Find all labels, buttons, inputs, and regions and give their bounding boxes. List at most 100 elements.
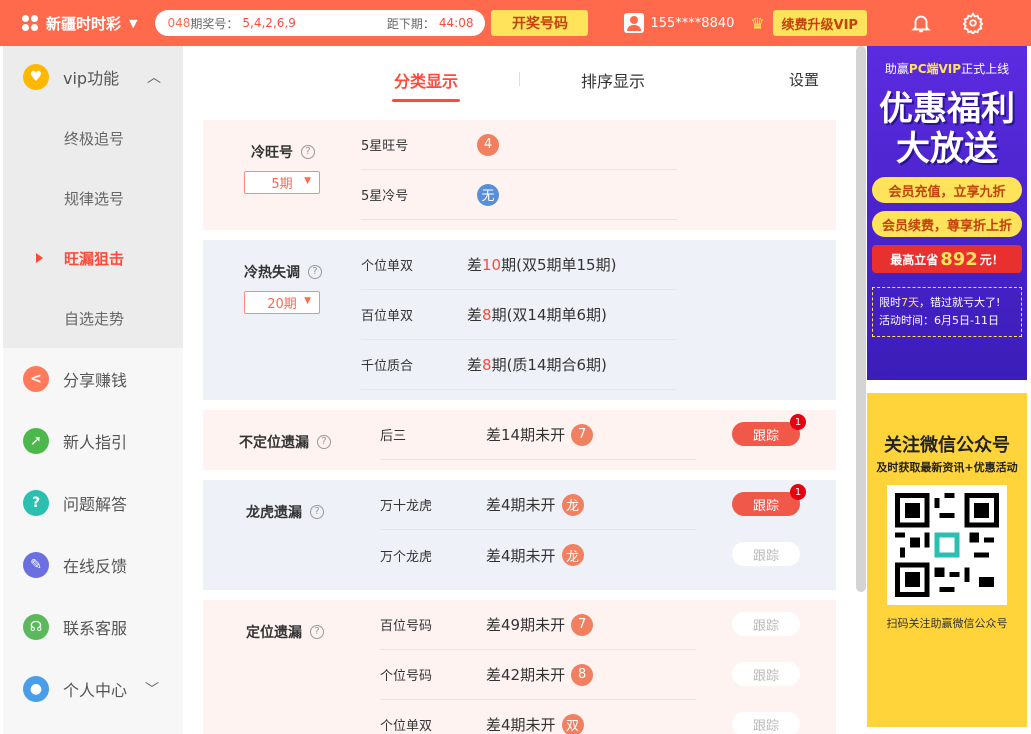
settings-link[interactable]: 设置: [789, 69, 819, 90]
section-title: 龙虎遗漏?: [246, 502, 324, 522]
sidebar-subitem-pattern-pick[interactable]: 规律选号: [3, 168, 183, 228]
sidebar-item-profile[interactable]: ● 个人中心 ﹀: [3, 658, 183, 720]
wechat-subtitle: 及时获取最新资讯+优惠活动: [876, 461, 1018, 474]
promo-note: 限时7天，错过就亏大了! 活动时间：6月5日-11日: [872, 287, 1022, 337]
winning-numbers: 5,4,2,6,9: [242, 16, 296, 30]
crown-icon: ♛: [750, 13, 765, 33]
notification-badge: 1: [790, 414, 806, 430]
section-imbalance: 冷热失调? 20期 ▼ 个位单双 差 10 期(双5期单15期) 百位单双 差 8 期(双…: [203, 240, 836, 400]
countdown: 44:08: [438, 16, 474, 30]
promo-headline-2: 大放送: [896, 129, 998, 169]
list-item: 5星冷号 无: [361, 170, 677, 220]
help-icon[interactable]: ?: [308, 265, 322, 279]
period-select[interactable]: 20期 ▼: [244, 291, 320, 314]
section-title: 定位遗漏?: [246, 622, 324, 642]
top-bar: 新疆时时彩 ▼ 048 期奖号： 5,4,2,6,9 距下期： 44:08 开奖…: [0, 0, 1031, 46]
tab-divider: [519, 72, 520, 86]
section-title: 冷热失调?: [244, 262, 322, 282]
question-icon: ?: [23, 490, 49, 516]
sidebar-subitem-ultimate-chase[interactable]: 终极追号: [3, 108, 183, 168]
headset-icon: ☊: [23, 614, 49, 640]
gear-icon[interactable]: [962, 12, 984, 34]
help-icon[interactable]: ?: [317, 435, 331, 449]
sidebar-subitem-custom-trend[interactable]: 自选走势: [3, 288, 183, 348]
sidebar-subitem-snipe[interactable]: 旺漏狙击: [3, 228, 183, 288]
edit-icon: ✎: [23, 552, 49, 578]
promo-pill-savings: 最高立省 892 元！: [872, 245, 1022, 273]
help-icon[interactable]: ?: [310, 505, 324, 519]
number-ball: 龙: [561, 493, 584, 516]
promo-pill-recharge: 会员充值，立享九折: [872, 177, 1022, 203]
tab-category[interactable]: 分类显示: [391, 68, 461, 102]
number-ball: 7: [571, 613, 594, 636]
help-icon[interactable]: ?: [301, 145, 315, 159]
sidebar-item-label: 联系客服: [63, 619, 128, 638]
number-ball: 4: [477, 133, 499, 156]
sidebar-item-label: 个人中心: [63, 681, 128, 700]
main-content: 分类显示 排序显示 设置 冷旺号? 5期 ▼ 5星旺号 4 5星冷号 无 冷热失调…: [183, 46, 853, 734]
share-icon: <: [23, 366, 49, 392]
track-button[interactable]: 跟踪: [732, 542, 800, 566]
list-item: 个位号码 差42期未开 8: [380, 650, 696, 700]
user-phone: 155****8840: [650, 15, 735, 31]
wechat-title: 关注微信公众号: [884, 435, 1010, 456]
draw-results-button[interactable]: 开奖号码: [491, 10, 589, 36]
section-fixed-miss: 定位遗漏? 百位号码 差49期未开 7 跟踪 个位号码 差42期未开 8 跟踪 个位…: [203, 600, 836, 734]
view-tabs: 分类显示 排序显示 设置: [183, 46, 853, 102]
apps-icon: [22, 15, 38, 31]
vip-group: ♥ vip功能 ︿ 终极追号 规律选号 旺漏狙击 自选走势: [3, 46, 183, 348]
list-item: 百位单双 差 8 期(双14期单6期): [361, 290, 677, 340]
user-account[interactable]: 155****8840: [624, 13, 734, 33]
period-select[interactable]: 5期 ▼: [244, 171, 320, 194]
caret-down-icon: ▼: [304, 176, 311, 186]
sidebar-item-label: 新人指引: [63, 433, 128, 452]
person-icon: ●: [23, 676, 49, 702]
sidebar-item-share[interactable]: < 分享赚钱: [3, 348, 183, 410]
promo-banner-vip[interactable]: 助赢PC端VIP正式上线 优惠福利 大放送 会员充值，立享九折 会员续费，尊享折…: [867, 46, 1027, 380]
list-item: 百位号码 差49期未开 7: [380, 600, 696, 650]
promo-banner-wechat[interactable]: 关注微信公众号 及时获取最新资讯+优惠活动 扫码关注助赢微信公众号: [867, 393, 1027, 727]
number-ball: 无: [477, 183, 499, 206]
section-dragon-tiger: 龙虎遗漏? 万十龙虎 差4期未开龙 跟踪 1 万个龙虎 差4期未开龙 跟踪: [203, 480, 836, 590]
promo-pill-renew: 会员续费，尊享折上折: [872, 211, 1022, 237]
scrollbar[interactable]: [856, 46, 866, 592]
heart-icon: ♥: [23, 64, 49, 90]
sidebar-item-label: 问题解答: [63, 495, 128, 514]
app-title: 新疆时时彩: [46, 14, 122, 33]
chevron-down-icon: ﹀: [145, 682, 159, 698]
track-button[interactable]: 跟踪: [732, 712, 800, 734]
sidebar-item-support[interactable]: ☊ 联系客服: [3, 596, 183, 658]
section-title: 不定位遗漏?: [239, 432, 331, 452]
user-icon: [624, 13, 645, 33]
number-ball: 8: [571, 663, 594, 686]
sidebar-item-guide[interactable]: ➚ 新人指引: [3, 410, 183, 472]
track-button[interactable]: 跟踪 1: [732, 414, 806, 446]
promo-topline: 助赢PC端VIP正式上线: [884, 62, 1010, 76]
lottery-selector[interactable]: 新疆时时彩 ▼: [22, 13, 137, 34]
track-button[interactable]: 跟踪 1: [732, 484, 806, 516]
promo-headline: 优惠福利: [879, 89, 1015, 129]
sidebar-item-faq[interactable]: ? 问题解答: [3, 472, 183, 534]
list-item: 个位单双 差 10 期(双5期单15期): [361, 240, 677, 290]
list-item: 5星旺号 4: [361, 120, 677, 170]
sidebar-item-vip[interactable]: ♥ vip功能 ︿: [3, 46, 183, 108]
section-title: 冷旺号?: [251, 142, 315, 162]
wechat-footer: 扫码关注助赢微信公众号: [886, 617, 1008, 630]
sidebar-item-feedback[interactable]: ✎ 在线反馈: [3, 534, 183, 596]
qr-code-icon: [887, 485, 1007, 605]
upgrade-vip-button[interactable]: 续费升级VIP: [772, 10, 867, 36]
tab-sort[interactable]: 排序显示: [581, 68, 645, 92]
list-item: 个位单双 差4期未开双: [380, 700, 696, 734]
issue-label: 期奖号：: [190, 16, 239, 31]
track-button[interactable]: 跟踪: [732, 662, 800, 686]
number-ball: 龙: [561, 544, 584, 566]
countdown-label: 距下期：: [386, 16, 435, 31]
number-ball: 7: [571, 423, 594, 446]
track-button[interactable]: 跟踪: [732, 612, 800, 636]
list-item: 千位质合 差 8 期(质14期合6期): [361, 340, 677, 390]
bell-icon[interactable]: [910, 12, 932, 34]
compass-icon: ➚: [23, 428, 49, 454]
list-item: 后三 差14期未开 7: [380, 410, 696, 460]
help-icon[interactable]: ?: [310, 625, 324, 639]
notification-badge: 1: [790, 484, 806, 500]
